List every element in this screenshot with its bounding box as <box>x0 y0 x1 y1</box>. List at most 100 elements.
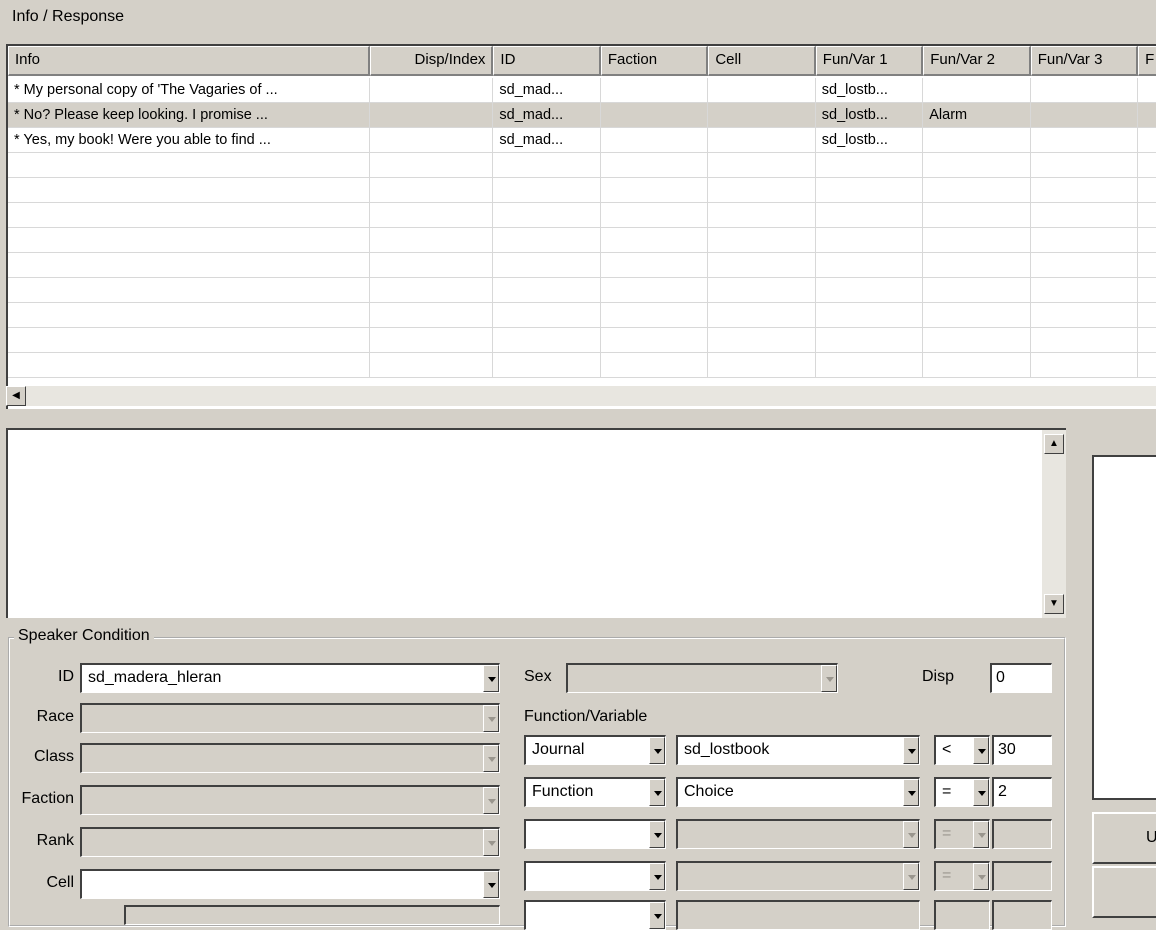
cell-funvar4 <box>1138 78 1156 102</box>
condition-value-input[interactable] <box>992 861 1052 891</box>
cell-faction <box>601 78 709 102</box>
sex-label: Sex <box>524 668 552 685</box>
col-header-funvar2[interactable]: Fun/Var 2 <box>923 46 1031 76</box>
col-header-info[interactable]: Info <box>8 46 371 76</box>
chevron-down-icon[interactable] <box>973 737 989 764</box>
condition-operator-select[interactable]: < <box>934 735 990 765</box>
empty-row <box>8 278 1156 303</box>
condition-operator-value: = <box>942 783 952 800</box>
cell-funvar2 <box>923 128 1031 152</box>
condition-operator-select[interactable]: = <box>934 819 990 849</box>
condition-name-value: sd_lostbook <box>684 741 770 758</box>
col-header-faction[interactable]: Faction <box>600 46 709 76</box>
chevron-down-icon[interactable] <box>483 665 499 692</box>
condition-value-input[interactable] <box>992 819 1052 849</box>
scroll-up-icon[interactable]: ▲ <box>1044 434 1064 454</box>
info-list[interactable]: Info Disp/Index ID Faction Cell Fun/Var … <box>6 44 1156 409</box>
chevron-down-icon[interactable] <box>903 737 919 764</box>
race-label: Race <box>36 708 74 725</box>
rank-select[interactable] <box>80 827 500 857</box>
chevron-down-icon[interactable] <box>649 779 665 806</box>
id-value: sd_madera_hleran <box>88 669 222 686</box>
col-header-funvar4[interactable]: F <box>1138 46 1156 76</box>
condition-value-input[interactable]: 30 <box>992 735 1052 765</box>
chevron-down-icon[interactable] <box>649 737 665 764</box>
condition-type-select-partial[interactable] <box>524 900 666 930</box>
empty-row <box>8 328 1156 353</box>
right-button-2[interactable] <box>1092 866 1156 918</box>
function-variable-label: Function/Variable <box>524 708 648 725</box>
chevron-down-icon[interactable] <box>903 779 919 806</box>
condition-type-select[interactable]: Function <box>524 777 666 807</box>
chevron-down-icon <box>973 863 989 890</box>
col-header-funvar3[interactable]: Fun/Var 3 <box>1030 46 1139 76</box>
chevron-down-icon[interactable] <box>973 779 989 806</box>
cell-funvar1: sd_lostb... <box>816 78 924 102</box>
response-textarea[interactable]: ▲ ▼ <box>6 428 1066 618</box>
sex-select[interactable] <box>566 663 838 693</box>
faction-select[interactable] <box>80 785 500 815</box>
disp-label: Disp <box>922 668 955 685</box>
cell-label: Cell <box>46 874 74 891</box>
scroll-down-icon[interactable]: ▼ <box>1044 594 1064 614</box>
condition-operator-value: < <box>942 741 952 758</box>
race-select[interactable] <box>80 703 500 733</box>
partial-select <box>124 905 500 925</box>
scroll-left-icon[interactable]: ◀ <box>6 386 26 406</box>
condition-operator-select-partial <box>934 900 990 930</box>
empty-row <box>8 253 1156 278</box>
chevron-down-icon <box>483 745 499 772</box>
condition-type-select[interactable]: Journal <box>524 735 666 765</box>
condition-type-select[interactable] <box>524 861 666 891</box>
col-header-funvar1[interactable]: Fun/Var 1 <box>815 46 924 76</box>
table-row[interactable]: * Yes, my book! Were you able to find ..… <box>8 128 1156 153</box>
chevron-down-icon[interactable] <box>483 871 499 898</box>
vertical-scrollbar[interactable]: ▲ ▼ <box>1042 430 1066 618</box>
horizontal-scrollbar[interactable]: ◀ <box>6 386 1156 406</box>
cell-disp <box>370 78 494 102</box>
chevron-down-icon <box>821 665 837 692</box>
class-select[interactable] <box>80 743 500 773</box>
chevron-down-icon <box>903 821 919 848</box>
col-header-cell[interactable]: Cell <box>708 46 816 76</box>
col-header-disp-index[interactable]: Disp/Index <box>370 46 494 76</box>
condition-operator-value: = <box>942 867 952 884</box>
chevron-down-icon[interactable] <box>649 821 665 848</box>
cell-info: * My personal copy of 'The Vagaries of .… <box>8 78 371 102</box>
col-header-id[interactable]: ID <box>493 46 601 76</box>
cell-info: * Yes, my book! Were you able to find ..… <box>8 128 371 152</box>
empty-row <box>8 353 1156 378</box>
chevron-down-icon[interactable] <box>649 902 665 929</box>
condition-operator-value: = <box>942 825 952 842</box>
condition-operator-select[interactable]: = <box>934 861 990 891</box>
cell-id: sd_mad... <box>493 128 601 152</box>
condition-name-select[interactable] <box>676 819 920 849</box>
cell-funvar3 <box>1031 78 1139 102</box>
condition-value-input[interactable]: 2 <box>992 777 1052 807</box>
cell-funvar4 <box>1138 128 1156 152</box>
condition-type-select[interactable] <box>524 819 666 849</box>
chevron-down-icon <box>483 829 499 856</box>
condition-name-select[interactable]: Choice <box>676 777 920 807</box>
condition-name-select[interactable] <box>676 861 920 891</box>
table-row[interactable]: * My personal copy of 'The Vagaries of .… <box>8 78 1156 103</box>
update-button[interactable]: U <box>1092 812 1156 864</box>
cell-cell <box>708 103 816 127</box>
cell-select[interactable] <box>80 869 500 899</box>
condition-name-select[interactable]: sd_lostbook <box>676 735 920 765</box>
id-select[interactable]: sd_madera_hleran <box>80 663 500 693</box>
disp-input[interactable]: 0 <box>990 663 1052 693</box>
condition-name-select-partial <box>676 900 920 930</box>
cell-funvar3 <box>1031 103 1139 127</box>
cell-id: sd_mad... <box>493 78 601 102</box>
chevron-down-icon[interactable] <box>649 863 665 890</box>
cell-faction <box>601 128 709 152</box>
condition-value-input-partial <box>992 900 1052 930</box>
info-response-title: Info / Response <box>12 8 125 25</box>
condition-operator-select[interactable]: = <box>934 777 990 807</box>
cell-faction <box>601 103 709 127</box>
cell-info: * No? Please keep looking. I promise ... <box>8 103 371 127</box>
table-row[interactable]: * No? Please keep looking. I promise ...… <box>8 103 1156 128</box>
cell-funvar2 <box>923 78 1031 102</box>
empty-row <box>8 153 1156 178</box>
